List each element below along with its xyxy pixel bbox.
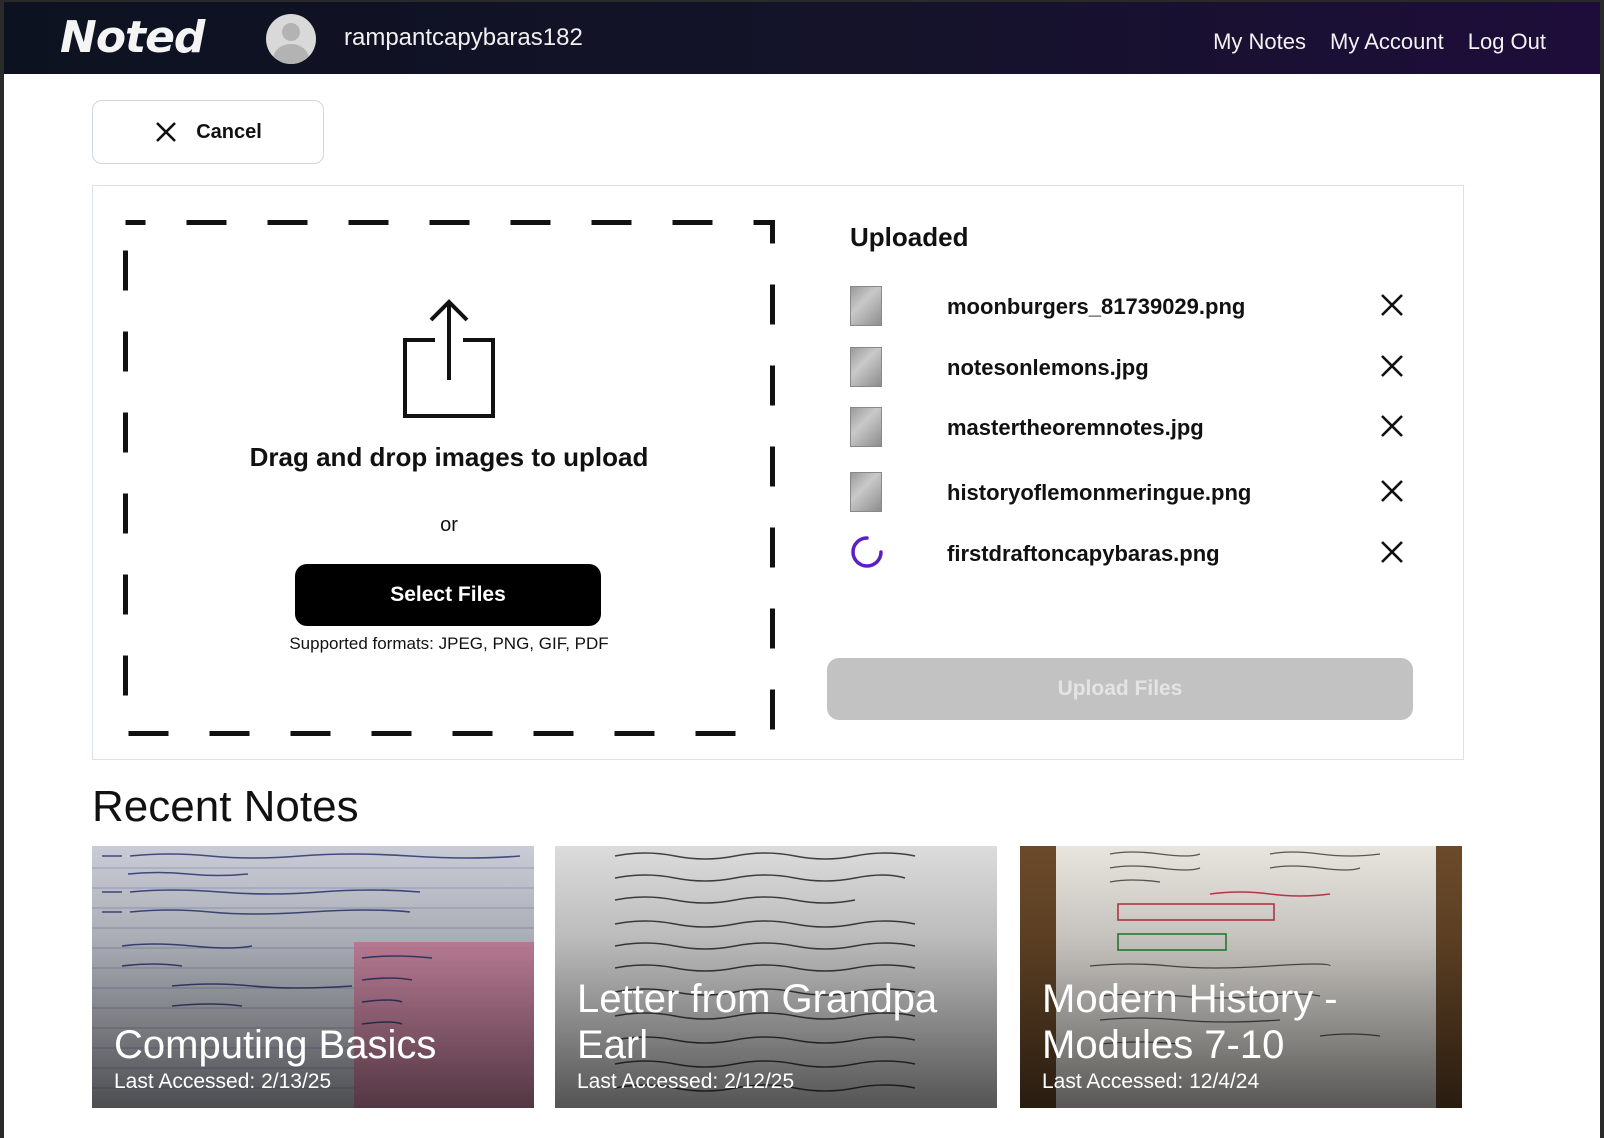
cancel-label: Cancel — [196, 120, 262, 143]
recent-notes-heading: Recent Notes — [92, 782, 359, 831]
note-title: Letter from Grandpa Earl — [577, 977, 938, 1067]
list-item: moonburgers_81739029.png — [850, 284, 1410, 328]
top-nav-bar: Noted rampantcapybaras182 My Notes My Ac… — [4, 2, 1600, 74]
upload-files-button[interactable]: Upload Files — [827, 658, 1413, 720]
remove-file-icon[interactable] — [1377, 290, 1407, 320]
note-card-modern-history[interactable]: Modern History - Modules 7-10 Last Acces… — [1020, 846, 1462, 1108]
list-item: historyoflemonmeringue.png — [850, 470, 1410, 514]
file-thumbnail — [850, 407, 882, 447]
card-shade — [92, 846, 534, 1108]
drop-zone[interactable]: Drag and drop images to upload or Select… — [123, 220, 775, 736]
upload-panel: Drag and drop images to upload or Select… — [92, 185, 1464, 760]
nav-my-account[interactable]: My Account — [1330, 29, 1444, 55]
note-card-computing-basics[interactable]: Computing Basics Last Accessed: 2/13/25 — [92, 846, 534, 1108]
remove-file-icon[interactable] — [1377, 476, 1407, 506]
drop-zone-title: Drag and drop images to upload — [249, 442, 649, 472]
note-card-letter-from-grandpa-earl[interactable]: Letter from Grandpa Earl Last Accessed: … — [555, 846, 997, 1108]
nav-links: My Notes My Account Log Out — [1213, 29, 1546, 55]
drop-zone-or: or — [440, 514, 458, 536]
file-name: moonburgers_81739029.png — [947, 294, 1246, 319]
nav-log-out[interactable]: Log Out — [1468, 29, 1546, 55]
note-last-accessed: Last Accessed: 12/4/24 — [1042, 1070, 1260, 1093]
file-thumbnail — [850, 347, 882, 387]
avatar[interactable] — [266, 14, 316, 64]
page: Noted rampantcapybaras182 My Notes My Ac… — [4, 2, 1600, 1138]
select-files-button[interactable]: Select Files — [295, 564, 601, 626]
nav-my-notes[interactable]: My Notes — [1213, 29, 1306, 55]
upload-icon — [403, 299, 495, 418]
app-logo[interactable]: Noted — [60, 12, 205, 63]
remove-file-icon[interactable] — [1377, 537, 1407, 567]
supported-formats: Supported formats: JPEG, PNG, GIF, PDF — [289, 634, 609, 653]
file-name: mastertheoremnotes.jpg — [947, 415, 1204, 440]
uploaded-heading: Uploaded — [850, 222, 969, 252]
file-name: notesonlemons.jpg — [947, 355, 1149, 380]
note-last-accessed: Last Accessed: 2/12/25 — [577, 1070, 795, 1093]
list-item: mastertheoremnotes.jpg — [850, 405, 1410, 449]
loading-spinner-icon — [851, 536, 883, 568]
file-name: historyoflemonmeringue.png — [947, 480, 1252, 505]
note-title: Modern History - Modules 7-10 — [1042, 977, 1338, 1067]
avatar-head-shape — [282, 23, 300, 41]
list-item: firstdraftoncapybaras.png — [850, 531, 1410, 575]
remove-file-icon[interactable] — [1377, 351, 1407, 381]
note-last-accessed: Last Accessed: 2/13/25 — [114, 1070, 332, 1093]
file-name: firstdraftoncapybaras.png — [947, 541, 1220, 566]
cancel-button[interactable]: Cancel — [92, 100, 324, 164]
avatar-body-shape — [273, 44, 309, 64]
note-title: Computing Basics — [114, 1023, 437, 1067]
close-icon — [156, 122, 177, 142]
remove-file-icon[interactable] — [1377, 411, 1407, 441]
file-thumbnail — [850, 286, 882, 326]
file-thumbnail — [850, 472, 882, 512]
username: rampantcapybaras182 — [344, 24, 583, 51]
list-item: notesonlemons.jpg — [850, 345, 1410, 389]
